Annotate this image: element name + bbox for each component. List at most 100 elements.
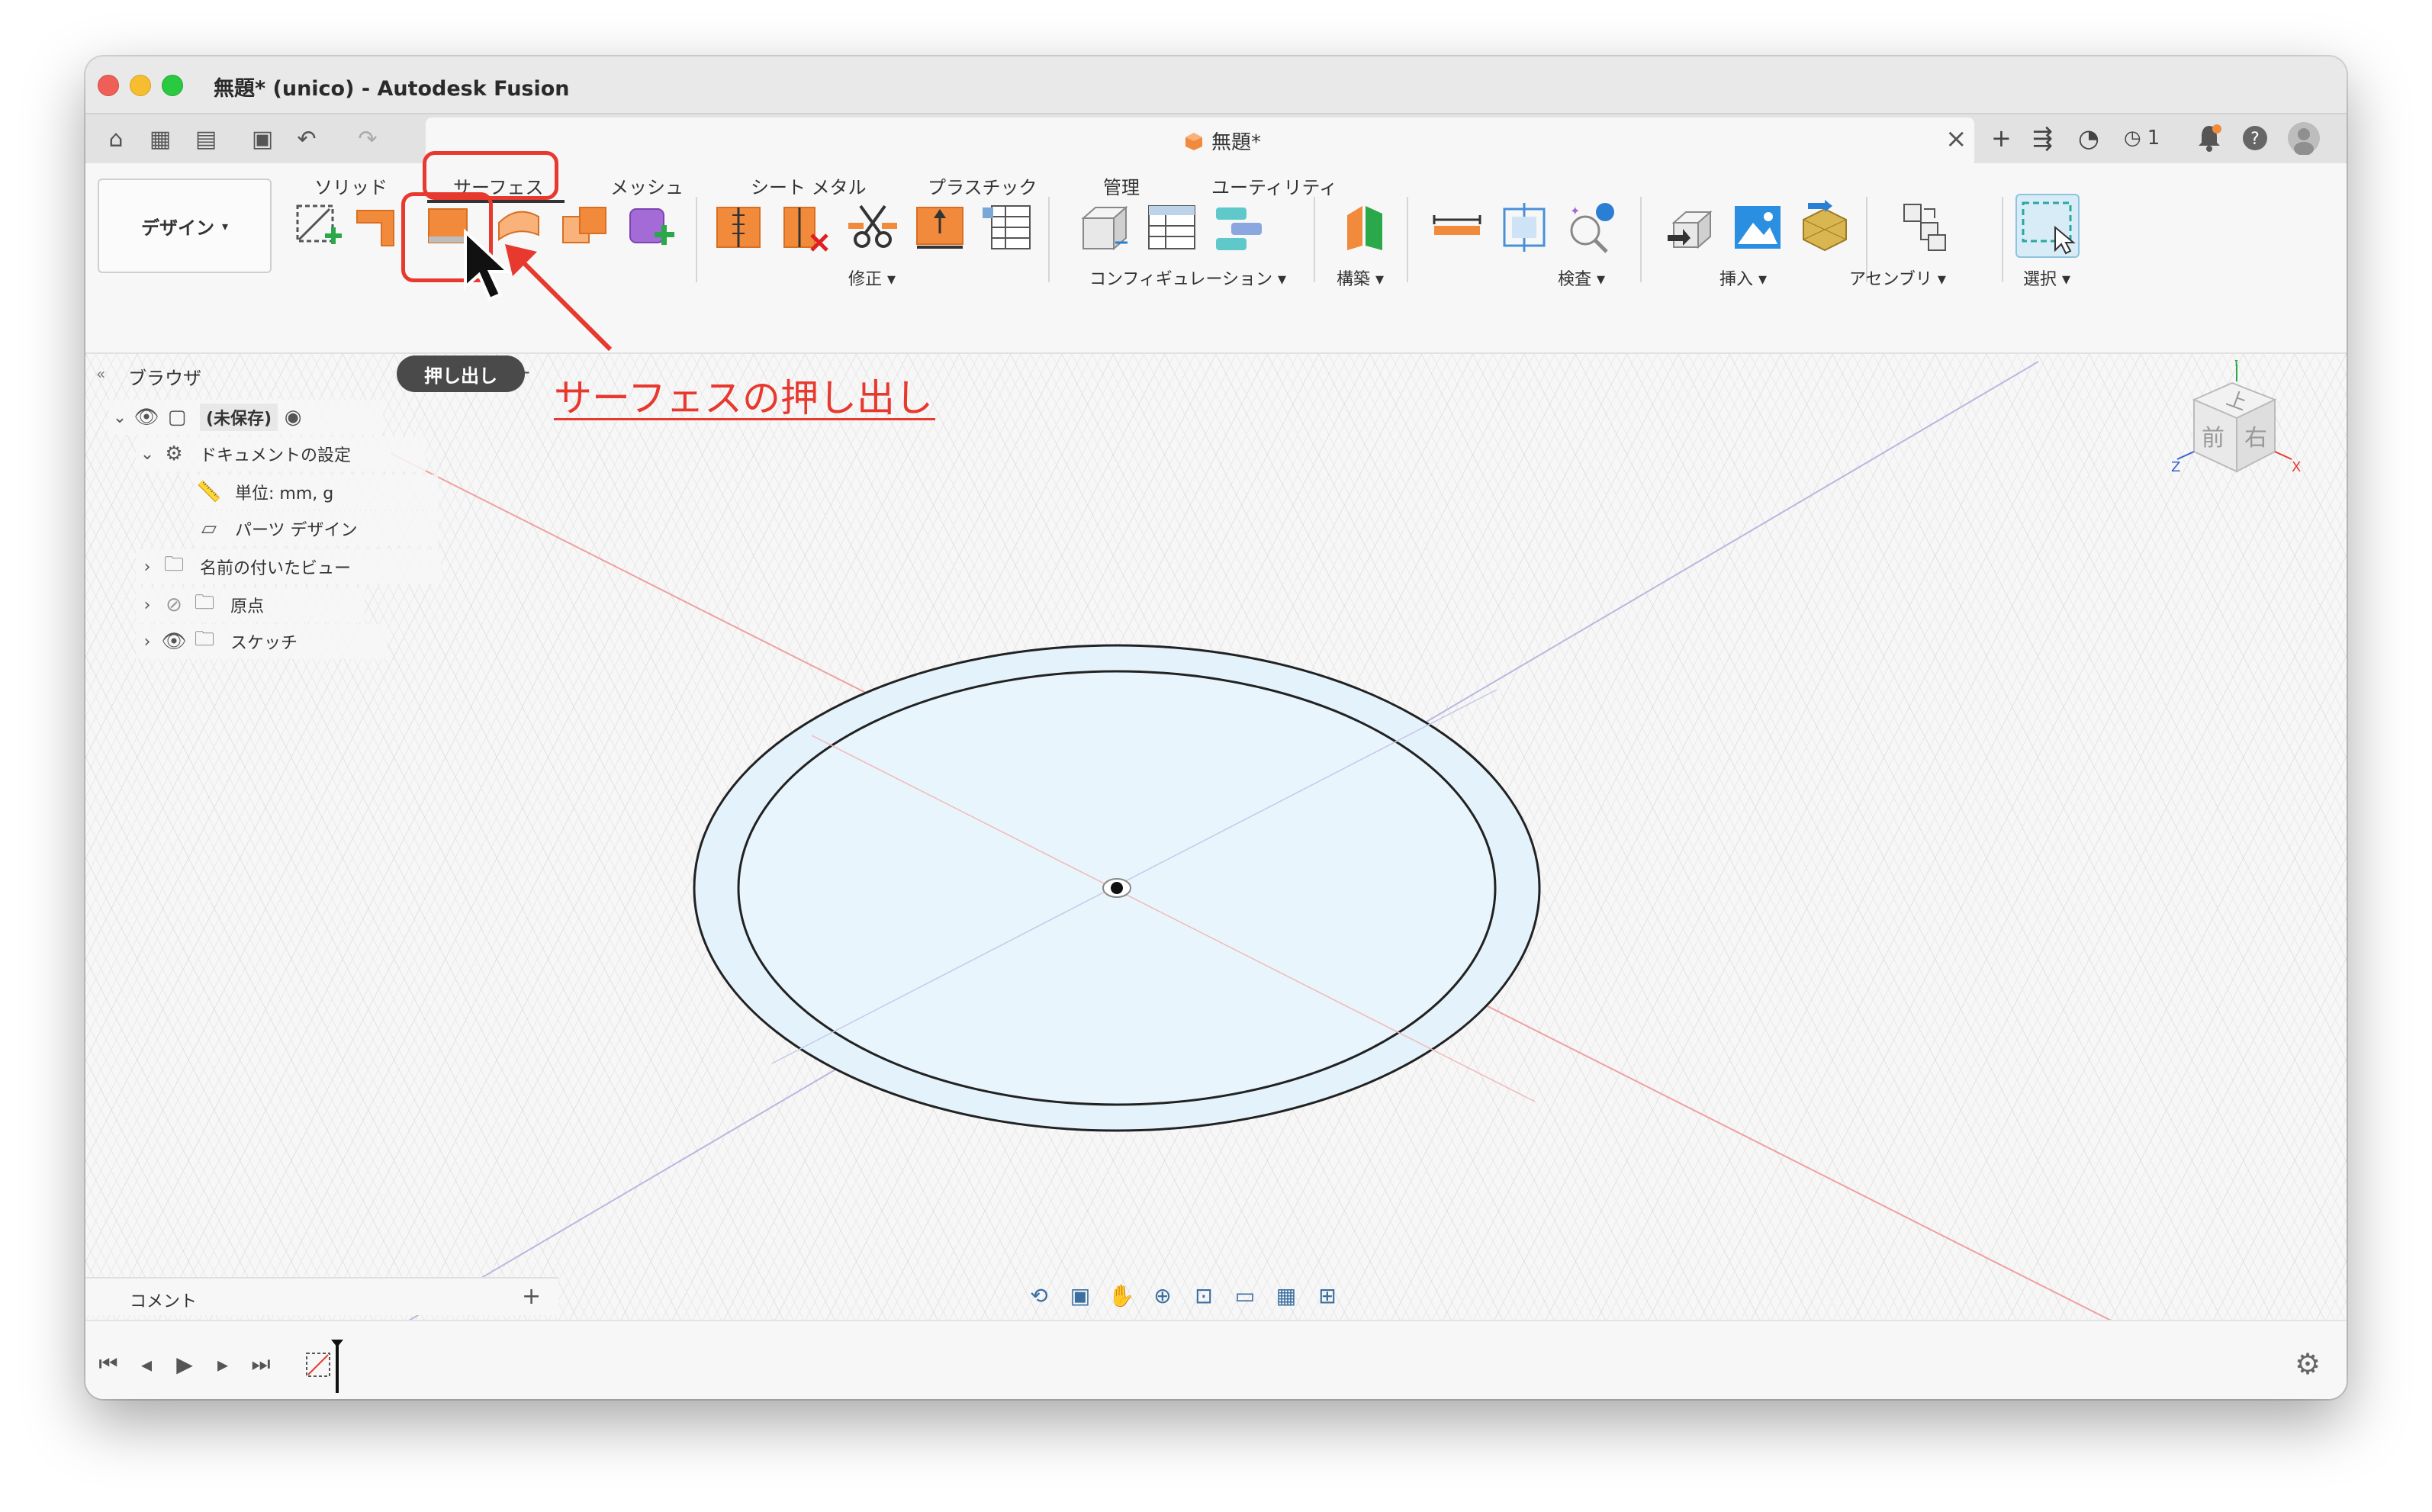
- insert-mesh-icon[interactable]: [1797, 200, 1852, 255]
- add-comment-button[interactable]: +: [522, 1283, 541, 1310]
- offset-surface-icon[interactable]: [912, 200, 967, 255]
- tree-item-sketches[interactable]: › 👁 🗀 スケッチ: [136, 624, 388, 659]
- group-inspect[interactable]: 検査 ▾: [1558, 265, 1605, 290]
- undo-icon[interactable]: ↶: [291, 124, 322, 154]
- chevron-down-icon[interactable]: ⌄: [108, 408, 131, 427]
- viewports-icon[interactable]: ⊞: [1309, 1277, 1346, 1314]
- timeline-start-icon[interactable]: ⏮: [93, 1349, 124, 1379]
- jobs-status[interactable]: ◷ 1: [2124, 119, 2160, 157]
- configuration-box-icon[interactable]: [1077, 200, 1132, 255]
- zoom-icon[interactable]: ⊕: [1144, 1277, 1181, 1314]
- construct-plane-icon[interactable]: [1340, 200, 1395, 255]
- timeline-settings-gear-icon[interactable]: ⚙: [2295, 1347, 2321, 1381]
- document-tab-title: 無題*: [1184, 127, 1261, 155]
- chevron-down-icon[interactable]: ⌄: [136, 445, 159, 464]
- chevron-right-icon[interactable]: ›: [136, 558, 159, 577]
- insert-canvas-icon[interactable]: [1730, 200, 1785, 255]
- group-configuration[interactable]: コンフィギュレーション ▾: [1089, 265, 1286, 290]
- group-select[interactable]: 選択 ▾: [2023, 265, 2070, 290]
- file-menu-icon[interactable]: ▤: [191, 124, 221, 154]
- eye-hidden-icon[interactable]: ⊘: [159, 591, 189, 619]
- grid-apps-icon[interactable]: ▦: [145, 124, 175, 154]
- new-component-icon[interactable]: [1898, 200, 1953, 255]
- group-assemble[interactable]: アセンブリ ▾: [1849, 265, 1946, 290]
- workspace-label: デザイン: [140, 217, 214, 239]
- chevron-right-icon[interactable]: ›: [136, 632, 159, 651]
- extensions-icon[interactable]: ◔: [2078, 119, 2099, 157]
- view-cube[interactable]: Y 上 前 右 Z X: [2171, 360, 2308, 497]
- tree-item-units[interactable]: 📏 単位: mm, g: [194, 475, 438, 510]
- eye-icon[interactable]: 👁: [131, 404, 162, 431]
- tab-utilities[interactable]: ユーティリティ: [1211, 172, 1337, 199]
- minimize-window-button[interactable]: [130, 75, 151, 96]
- trim-scissors-icon[interactable]: [845, 200, 900, 255]
- insert-derive-icon[interactable]: [1663, 200, 1718, 255]
- save-icon[interactable]: ▣: [247, 124, 278, 154]
- group-modify[interactable]: 修正 ▾: [848, 265, 896, 290]
- title-bar: 無題* (unico) - Autodesk Fusion: [85, 56, 2347, 114]
- toolbar-divider: [1314, 197, 1315, 282]
- look-at-icon[interactable]: ▣: [1062, 1277, 1099, 1314]
- grid-settings-icon[interactable]: ▦: [1268, 1277, 1304, 1314]
- activate-radio-icon[interactable]: ◉: [278, 404, 308, 431]
- stitch-icon[interactable]: [711, 200, 766, 255]
- redo-icon[interactable]: ↷: [352, 124, 383, 154]
- timeline-prev-icon[interactable]: ◂: [131, 1349, 162, 1379]
- part-icon: ▱: [201, 517, 217, 540]
- tab-mesh[interactable]: メッシュ: [610, 172, 684, 199]
- change-parameters-icon[interactable]: [980, 200, 1034, 255]
- close-tab-icon[interactable]: ×: [1945, 124, 1967, 154]
- orbit-icon[interactable]: ⟲: [1021, 1277, 1057, 1314]
- close-window-button[interactable]: [98, 75, 119, 96]
- root-label: (未保存): [200, 404, 278, 431]
- tab-sheet-metal[interactable]: シート メタル: [751, 172, 867, 199]
- annotation-underline: [554, 418, 935, 420]
- group-construct[interactable]: 構築 ▾: [1337, 265, 1384, 290]
- comments-panel: コメント +: [85, 1277, 558, 1315]
- folder-icon: 🗀: [194, 591, 214, 614]
- notification-bell-icon[interactable]: [2196, 119, 2223, 157]
- timeline-play-icon[interactable]: ▶: [169, 1349, 200, 1379]
- svg-text:?: ?: [2250, 130, 2260, 149]
- interference-icon[interactable]: [1497, 200, 1552, 255]
- tab-manage[interactable]: 管理: [1103, 172, 1140, 199]
- tree-item-label: スケッチ: [230, 634, 298, 653]
- unstitch-icon[interactable]: [778, 200, 833, 255]
- navigation-bar: ⟲ ▣ ✋ ⊕ ⊡ ▭ ▦ ⊞: [1021, 1274, 1402, 1317]
- data-panel-icon[interactable]: ⇶: [2032, 119, 2053, 157]
- chevron-right-icon[interactable]: ›: [136, 596, 159, 615]
- configuration-rules-icon[interactable]: [1211, 200, 1266, 255]
- toolbar-divider: [2002, 197, 2003, 282]
- pan-hand-icon[interactable]: ✋: [1103, 1277, 1140, 1314]
- timeline-end-icon[interactable]: ⏭: [246, 1349, 276, 1379]
- home-icon[interactable]: ⌂: [101, 124, 131, 154]
- fit-icon[interactable]: ⊡: [1185, 1277, 1222, 1314]
- display-settings-icon[interactable]: ✦: [1564, 200, 1619, 255]
- document-tab-label: 無題*: [1211, 131, 1262, 154]
- create-sketch-icon[interactable]: [291, 200, 346, 255]
- zoom-window-button[interactable]: [162, 75, 183, 96]
- tree-root[interactable]: ⌄ 👁 ▢ (未保存) ◉: [108, 400, 383, 435]
- display-mode-icon[interactable]: ▭: [1227, 1277, 1263, 1314]
- extrude-tooltip: 押し出し: [397, 355, 525, 392]
- tab-plastic[interactable]: プラスチック: [928, 172, 1037, 199]
- tree-item-named-views[interactable]: › 🗀 名前の付いたビュー: [136, 549, 441, 584]
- timeline-next-icon[interactable]: ▸: [207, 1349, 238, 1379]
- measure-icon[interactable]: [1430, 200, 1485, 255]
- user-avatar[interactable]: [2287, 119, 2321, 157]
- tab-solid[interactable]: ソリッド: [314, 172, 388, 199]
- help-icon[interactable]: ?: [2241, 119, 2269, 157]
- new-tab-icon[interactable]: +: [1991, 119, 2012, 157]
- loft-icon[interactable]: [624, 200, 679, 255]
- svg-text:✦: ✦: [1570, 204, 1580, 218]
- group-insert[interactable]: 挿入 ▾: [1719, 265, 1767, 290]
- select-button[interactable]: [2015, 194, 2080, 258]
- configuration-table-icon[interactable]: [1144, 200, 1199, 255]
- tree-item-document-settings[interactable]: ⌄ ⚙ ドキュメントの設定: [136, 436, 426, 471]
- tree-item-origin[interactable]: › ⊘ 🗀 原点: [136, 587, 365, 622]
- tree-item-part-design[interactable]: ▱ パーツ デザイン: [194, 511, 438, 546]
- timeline-sketch-feature-icon[interactable]: [302, 1340, 348, 1393]
- workspace-selector[interactable]: デザイン ▾: [98, 179, 272, 273]
- collapse-panel-icon[interactable]: «: [96, 365, 105, 383]
- eye-icon[interactable]: 👁: [159, 628, 189, 655]
